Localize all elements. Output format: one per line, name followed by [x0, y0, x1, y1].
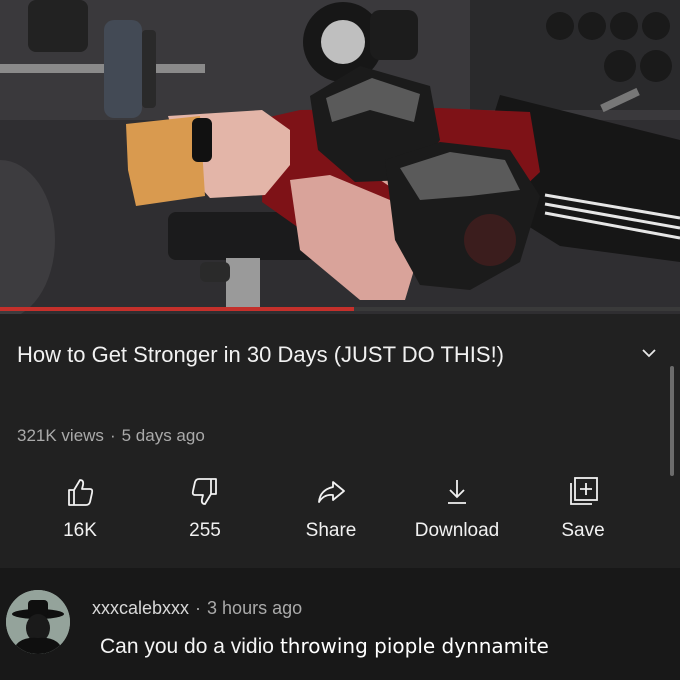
avatar-image	[6, 590, 70, 654]
save-button[interactable]: Save	[523, 474, 643, 542]
video-title[interactable]: How to Get Stronger in 30 Days (JUST DO …	[17, 338, 577, 372]
action-bar: 16K 255 Share Download Save	[0, 474, 680, 544]
like-count: 16K	[63, 520, 97, 541]
upload-age: 5 days ago	[121, 426, 205, 445]
share-button[interactable]: Share	[271, 474, 391, 542]
video-progress-bar[interactable]	[0, 307, 680, 311]
share-icon	[318, 481, 345, 503]
video-info-panel: How to Get Stronger in 30 Days (JUST DO …	[0, 314, 680, 568]
chevron-down-icon[interactable]	[638, 342, 660, 364]
thumbs-up-icon	[68, 479, 94, 506]
video-player[interactable]	[0, 0, 680, 314]
video-thumbnail	[0, 0, 680, 314]
video-progress-fill	[0, 307, 354, 311]
meta-separator: ·	[109, 426, 116, 445]
thumbs-down-icon	[191, 478, 217, 505]
scrollbar[interactable]	[670, 366, 674, 476]
comment-text-original: Can you do a vidio	[100, 635, 274, 658]
download-button[interactable]: Download	[397, 474, 517, 542]
comment-author[interactable]: xxxcalebxxx	[92, 598, 189, 618]
add-to-playlist-icon	[570, 477, 598, 505]
comment-text-edit: throwing piople dynnamite	[279, 634, 549, 658]
dislike-button[interactable]: 255	[145, 474, 265, 542]
video-meta: 321K views · 5 days ago	[17, 426, 205, 446]
comment-separator: ·	[195, 598, 202, 618]
share-label: Share	[305, 520, 357, 541]
view-count: 321K views	[17, 426, 104, 445]
avatar[interactable]	[6, 590, 70, 654]
comment-timestamp: 3 hours ago	[207, 598, 303, 618]
comment-text: Can you do a vidio throwing piople dynnam…	[100, 634, 549, 659]
comment-item[interactable]: xxxcalebxxx · 3 hours ago Can you do a vid…	[0, 568, 680, 680]
save-label: Save	[561, 520, 605, 541]
comment-header: xxxcalebxxx · 3 hours ago	[92, 598, 302, 619]
dislike-count: 255	[189, 520, 221, 541]
download-label: Download	[414, 520, 500, 541]
like-button[interactable]: 16K	[20, 474, 140, 542]
download-icon	[448, 480, 466, 504]
